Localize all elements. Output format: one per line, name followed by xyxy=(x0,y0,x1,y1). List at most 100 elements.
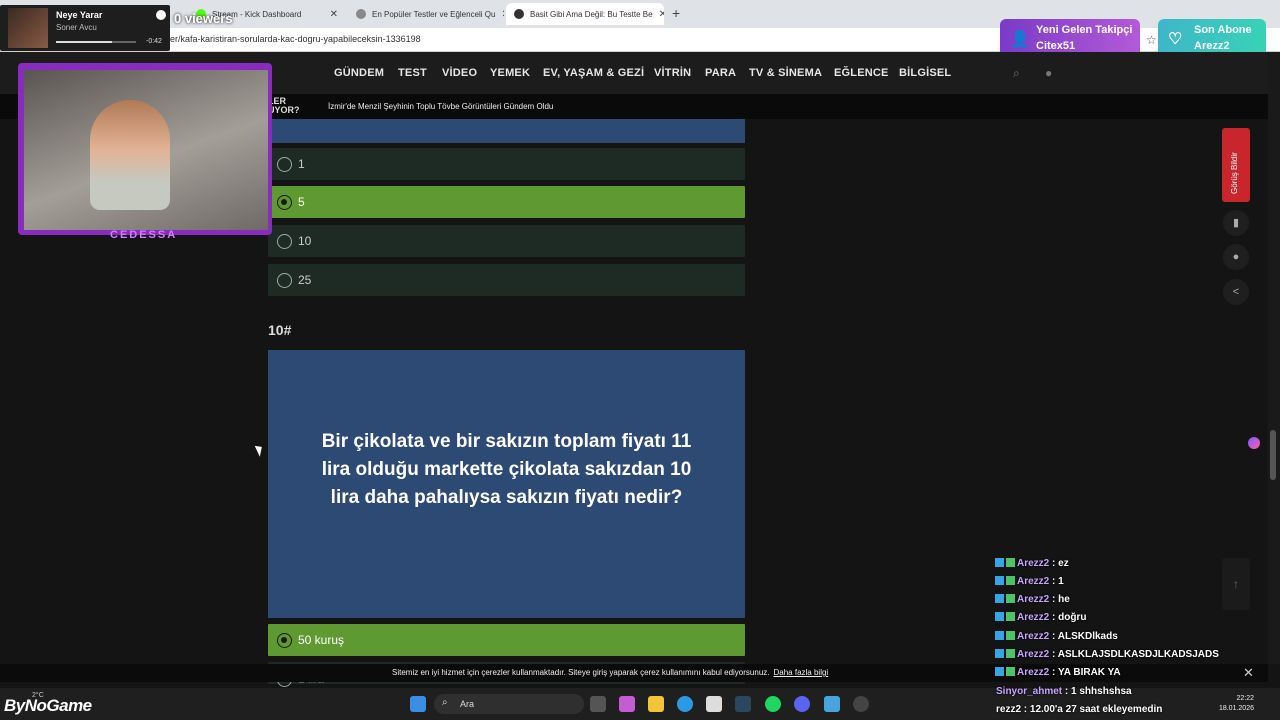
badge-icon xyxy=(1006,576,1015,585)
close-tab-icon[interactable]: ✕ xyxy=(330,9,338,20)
search-placeholder: Ara xyxy=(460,699,475,709)
bookmark-star-icon[interactable]: ☆ xyxy=(1146,33,1157,47)
bynogame-logo: ByNoGame xyxy=(4,696,92,715)
badge-icon xyxy=(1006,649,1015,658)
nav-ev-yasam-gezi[interactable]: EV, YAŞAM & GEZİ xyxy=(543,67,644,79)
url-text[interactable]: er/kafa-karistiran-sorularda-kac-dogru-y… xyxy=(170,34,421,44)
chat-message: Arezz2 : 1 xyxy=(995,576,1064,590)
taskbar-clock[interactable]: 22:22 18.01.2026 xyxy=(1208,694,1254,714)
badge-icon xyxy=(995,594,1004,603)
answer-option-selected[interactable]: 5 xyxy=(268,186,745,218)
badge-icon xyxy=(995,576,1004,585)
chat-user: Arezz2 xyxy=(1017,612,1050,623)
close-icon[interactable]: ✕ xyxy=(1243,665,1254,681)
streamer-name: CEDESSA xyxy=(110,229,178,241)
ticker-headline[interactable]: İzmir'de Menzil Şeyhinin Toplu Tövbe Gör… xyxy=(328,102,553,111)
chat-user: Sinyor_ahmet xyxy=(996,686,1063,697)
search-icon: ⌕ xyxy=(442,697,448,708)
radio-icon[interactable] xyxy=(277,273,292,288)
clock-time: 22:22 xyxy=(1236,695,1254,702)
alert-title: Yeni Gelen Takipçi xyxy=(1036,24,1133,36)
answer-option[interactable]: 25 xyxy=(268,264,745,296)
chat-message: Arezz2 : doğru xyxy=(995,612,1086,626)
nav-vitrin[interactable]: VİTRİN xyxy=(654,67,691,79)
radio-checked-icon[interactable] xyxy=(277,633,292,648)
comment-icon[interactable]: ● xyxy=(1223,244,1249,270)
radio-icon[interactable] xyxy=(277,234,292,249)
radio-icon[interactable] xyxy=(277,157,292,172)
extension-icon[interactable] xyxy=(1248,437,1260,449)
nav-test[interactable]: TEST xyxy=(398,67,427,79)
user-add-icon: 👤 xyxy=(1010,31,1030,48)
page-scrollbar[interactable] xyxy=(1268,52,1280,664)
new-tab-button[interactable]: + xyxy=(672,5,680,21)
cookie-text: Sitemiz en iyi hizmet için çerezler kull… xyxy=(392,668,770,677)
scroll-to-top-button[interactable]: ↑ xyxy=(1222,558,1250,610)
task-view-icon[interactable] xyxy=(590,696,606,712)
badge-icon xyxy=(995,649,1004,658)
spotify-icon[interactable] xyxy=(765,696,781,712)
nav-video[interactable]: VİDEO xyxy=(442,67,477,79)
badge-icon xyxy=(1006,667,1015,676)
chat-text: ALSKDlkads xyxy=(1057,631,1118,642)
steam-icon[interactable] xyxy=(735,696,751,712)
chat-user: rezz2 xyxy=(996,704,1022,715)
badge-icon xyxy=(1006,594,1015,603)
close-tab-icon[interactable]: ✕ xyxy=(501,9,504,20)
obs-icon[interactable] xyxy=(853,696,869,712)
app-icon[interactable] xyxy=(824,696,840,712)
option-label: 50 kuruş xyxy=(298,633,345,647)
chat-text: ez xyxy=(1058,558,1069,569)
chat-message: Arezz2 : he xyxy=(995,594,1070,608)
chat-message: Arezz2 : YA BIRAK YA xyxy=(995,667,1121,681)
chat-text: 1 xyxy=(1058,576,1064,587)
chat-text: YA BIRAK YA xyxy=(1057,667,1121,678)
chat-message: Arezz2 : ASLKLAJSDLKASDJLKADSJADS xyxy=(995,649,1219,663)
search-icon[interactable]: ⌕ xyxy=(1013,66,1020,81)
tab-populer-testler[interactable]: En Popüler Testler ve Eğlenceli Qu ✕ xyxy=(348,3,504,25)
store-icon[interactable] xyxy=(706,696,722,712)
nav-eglence[interactable]: EĞLENCE xyxy=(834,67,889,79)
feedback-button[interactable]: Görüş Bildir xyxy=(1222,128,1250,202)
chat-message: rezz2 : 12.00'a 27 saat ekleyemedin xyxy=(996,704,1163,715)
discord-icon[interactable] xyxy=(794,696,810,712)
answer-option-selected[interactable]: 50 kuruş xyxy=(268,624,745,656)
nav-bilgisel[interactable]: BİLGİSEL xyxy=(899,67,951,79)
edge-icon[interactable] xyxy=(677,696,693,712)
previous-question-card xyxy=(268,119,745,143)
share-icon[interactable]: < xyxy=(1223,279,1249,305)
chat-message: Arezz2 : ez xyxy=(995,558,1069,572)
chat-text: he xyxy=(1058,594,1070,605)
cookie-more-info-link[interactable]: Daha fazla bilgi xyxy=(774,668,829,677)
nav-yemek[interactable]: YEMEK xyxy=(490,67,530,79)
tab-label: En Popüler Testler ve Eğlenceli Qu xyxy=(372,9,496,19)
windows-start-icon[interactable] xyxy=(410,696,426,712)
nav-para[interactable]: PARA xyxy=(705,67,736,79)
copilot-icon[interactable] xyxy=(619,696,635,712)
song-artist: Soner Avcu xyxy=(56,23,97,32)
badge-icon xyxy=(1006,631,1015,640)
scrollbar-thumb[interactable] xyxy=(1270,430,1276,480)
radio-checked-icon[interactable] xyxy=(277,195,292,210)
streamer-image xyxy=(90,100,170,210)
alert-user: Arezz2 xyxy=(1194,40,1230,52)
close-tab-icon[interactable]: ✕ xyxy=(659,9,664,20)
chat-user: Arezz2 xyxy=(1017,667,1050,678)
answer-option[interactable]: 1 xyxy=(268,148,745,180)
badge-icon xyxy=(995,612,1004,621)
option-label: 1 xyxy=(298,157,305,171)
file-explorer-icon[interactable] xyxy=(648,696,664,712)
bookmark-icon[interactable]: ▮ xyxy=(1223,210,1249,236)
user-icon[interactable]: ● xyxy=(1045,66,1052,80)
tab-basit-gibi[interactable]: Basit Gibi Ama Değil: Bu Testte Be ✕ xyxy=(506,3,664,25)
chat-text: 1 shhshshsa xyxy=(1071,686,1132,697)
site-favicon-icon xyxy=(356,9,366,19)
feedback-label: Görüş Bildir xyxy=(1230,152,1239,194)
nav-tv-sinema[interactable]: TV & SİNEMA xyxy=(749,67,822,79)
chat-message: Sinyor_ahmet : 1 shhshshsa xyxy=(996,686,1132,697)
taskbar-search[interactable] xyxy=(434,694,584,714)
alert-title: Son Abone xyxy=(1194,24,1252,36)
chat-user: Arezz2 xyxy=(1017,576,1050,587)
nav-gundem[interactable]: GÜNDEM xyxy=(334,67,384,79)
answer-option[interactable]: 10 xyxy=(268,225,745,257)
